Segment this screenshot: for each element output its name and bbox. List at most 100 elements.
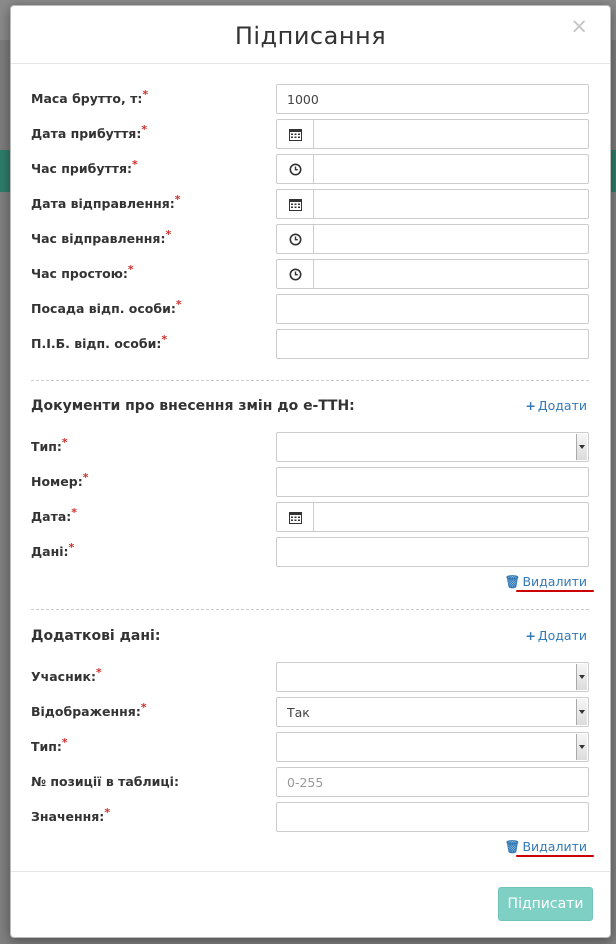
trash-icon: 🗑: [504, 574, 521, 589]
field-label-text: Дата відправлення:: [31, 196, 175, 211]
required-asterisk: *: [132, 158, 138, 171]
field-label-text: П.І.Б. відп. особи:: [31, 336, 162, 351]
form-row: Дата прибуття:*: [31, 119, 589, 149]
form-row: Тип:*: [31, 432, 589, 462]
plus-icon: +: [525, 628, 536, 643]
additional-add-link[interactable]: + Додати: [525, 628, 587, 643]
required-asterisk: *: [174, 193, 181, 206]
section-divider: [31, 380, 589, 381]
required-asterisk: *: [141, 123, 148, 136]
clock-icon[interactable]: [276, 154, 314, 184]
input-field[interactable]: [313, 259, 589, 289]
dropdown-arrow-icon[interactable]: [576, 434, 587, 460]
modal-title: Підписання: [234, 22, 387, 50]
input-value: 0-255: [287, 775, 324, 790]
input-field[interactable]: 0-255: [276, 767, 589, 797]
input-field[interactable]: [313, 502, 589, 532]
required-asterisk: *: [71, 506, 78, 519]
field-label-text: Посада відп. особи:: [31, 301, 176, 316]
dropdown-arrow-icon[interactable]: [576, 734, 587, 760]
documents-delete-highlight: [516, 590, 594, 592]
required-asterisk: *: [142, 88, 149, 101]
modal-footer: Підписати: [11, 871, 610, 937]
field-label: Час відправлення:*: [31, 228, 172, 246]
field-label: Посада відп. особи:*: [31, 298, 182, 316]
input-field[interactable]: [313, 154, 589, 184]
field-label: Час прибуття:*: [31, 158, 138, 176]
field-label-text: Час прибуття:: [31, 161, 133, 176]
clock-icon[interactable]: [276, 259, 314, 289]
plus-icon: +: [525, 398, 536, 413]
field-label-text: Значення:: [31, 809, 105, 824]
form-row: Значення:*: [31, 802, 589, 832]
dropdown-arrow-icon[interactable]: [576, 664, 587, 690]
input-field[interactable]: [276, 329, 589, 359]
calendar-icon[interactable]: [276, 189, 314, 219]
input-field[interactable]: [313, 119, 589, 149]
input-field[interactable]: [276, 294, 589, 324]
form-row: Дата:*: [31, 502, 589, 532]
trash-icon: 🗑: [504, 839, 521, 854]
select-field[interactable]: Так: [276, 697, 589, 727]
required-asterisk: *: [127, 263, 134, 276]
dropdown-arrow-icon[interactable]: [576, 699, 587, 725]
field-label-text: Відображення:: [31, 704, 141, 719]
required-asterisk: *: [61, 436, 68, 449]
field-label: Час простою:*: [31, 263, 134, 281]
field-label-text: Дата прибуття:: [31, 126, 142, 141]
clock-icon[interactable]: [276, 224, 314, 254]
form-row: Час простою:*: [31, 259, 589, 289]
form-row: Дата відправлення:*: [31, 189, 589, 219]
input-field[interactable]: [276, 537, 589, 567]
required-asterisk: *: [175, 298, 182, 311]
field-label: Маса брутто, т:*: [31, 88, 149, 106]
select-field[interactable]: [276, 432, 589, 462]
required-asterisk: *: [104, 806, 111, 819]
input-field[interactable]: [313, 224, 589, 254]
input-field[interactable]: [276, 802, 589, 832]
form-row: Дані:*: [31, 537, 589, 567]
additional-delete-highlight: [516, 855, 594, 857]
form-row: Учасник:*: [31, 662, 589, 692]
field-label: Номер:*: [31, 471, 89, 489]
required-asterisk: *: [140, 701, 147, 714]
form-row: Посада відп. особи:*: [31, 294, 589, 324]
field-label: Тип:*: [31, 436, 68, 454]
input-field[interactable]: [276, 467, 589, 497]
required-asterisk: *: [68, 541, 75, 554]
input-field[interactable]: 1000: [276, 84, 589, 114]
documents-add-link[interactable]: + Додати: [525, 398, 587, 413]
input-value: 1000: [287, 92, 319, 107]
required-asterisk: *: [82, 471, 89, 484]
calendar-icon[interactable]: [276, 119, 314, 149]
close-button[interactable]: ×: [570, 14, 588, 38]
additional-section-title: Додаткові дані:: [31, 628, 161, 644]
field-label-text: Номер:: [31, 474, 83, 489]
field-label: Значення:*: [31, 806, 111, 824]
documents-delete-link[interactable]: 🗑 Видалити: [505, 574, 587, 590]
select-field[interactable]: [276, 662, 589, 692]
sign-button[interactable]: Підписати: [498, 887, 593, 921]
field-label: № позиції в таблиці:: [31, 774, 179, 789]
form-row: Відображення:* Так: [31, 697, 589, 727]
select-value: Так: [287, 705, 310, 720]
field-label-text: Дата:: [31, 509, 72, 524]
field-label-text: Тип:: [31, 739, 62, 754]
calendar-icon[interactable]: [276, 502, 314, 532]
field-label: Дані:*: [31, 541, 75, 559]
form-row: П.І.Б. відп. особи:*: [31, 329, 589, 359]
section-divider: [31, 609, 589, 610]
field-label: Учасник:*: [31, 666, 102, 684]
additional-delete-link[interactable]: 🗑 Видалити: [505, 839, 587, 855]
field-label: П.І.Б. відп. особи:*: [31, 333, 167, 351]
form-row: № позиції в таблиці: 0-255: [31, 767, 589, 797]
form-row: Час прибуття:*: [31, 154, 589, 184]
field-label-text: Дані:: [31, 544, 69, 559]
field-label: Дата відправлення:*: [31, 193, 181, 211]
required-asterisk: *: [61, 736, 68, 749]
field-label-text: Час простою:: [31, 266, 128, 281]
documents-add-label: Додати: [537, 398, 587, 413]
select-field[interactable]: [276, 732, 589, 762]
required-asterisk: *: [165, 228, 172, 241]
input-field[interactable]: [313, 189, 589, 219]
